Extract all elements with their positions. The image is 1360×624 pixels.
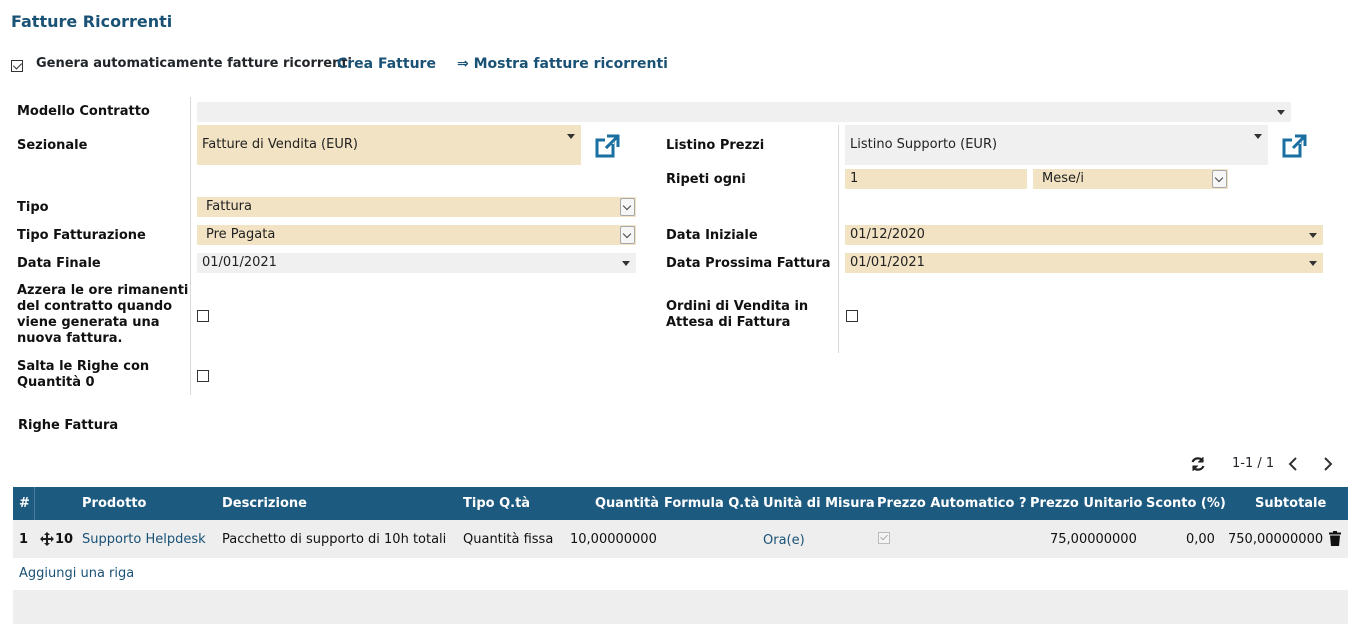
chevron-right-icon[interactable] <box>1320 455 1336 473</box>
chevron-down-icon <box>1309 233 1317 238</box>
chevron-down-icon <box>1212 170 1227 188</box>
col-descrizione[interactable]: Descrizione <box>222 496 307 511</box>
auto-generate-checkbox[interactable] <box>11 60 23 72</box>
table-header: # Prodotto Descrizione Tipo Q.tà Quantit… <box>13 487 1348 520</box>
ordini-vendita-label: Ordini di Vendita in Attesa di Fattura <box>666 299 809 330</box>
tipo-select[interactable]: Fattura <box>197 197 636 217</box>
azzera-ore-label: Azzera le ore rimanenti del contratto qu… <box>17 283 189 346</box>
col-number[interactable]: # <box>19 496 30 511</box>
listino-prezzi-label: Listino Prezzi <box>666 138 765 153</box>
col-subtotale[interactable]: Subtotale <box>1255 496 1326 511</box>
ordini-vendita-checkbox[interactable] <box>846 310 858 322</box>
chevron-left-icon[interactable] <box>1285 455 1301 473</box>
chevron-down-icon <box>620 198 635 216</box>
salta-righe-checkbox[interactable] <box>197 370 209 382</box>
chevron-down-icon <box>1277 110 1285 115</box>
ripeti-unit-select[interactable]: Mese/i <box>1033 169 1228 189</box>
row-prezzo-auto-checkbox <box>878 532 890 544</box>
col-prodotto[interactable]: Prodotto <box>82 496 146 511</box>
col-quantita[interactable]: Quantità <box>595 496 659 511</box>
tipo-label: Tipo <box>17 200 49 215</box>
left-column-separator <box>190 97 191 395</box>
pager-value: 1-1 / 1 <box>1232 456 1275 471</box>
col-prezzo-automatico[interactable]: Prezzo Automatico ? <box>877 496 1027 511</box>
chevron-down-icon <box>567 134 575 139</box>
row-tipo-qta: Quantità fissa <box>463 532 554 547</box>
data-iniziale-input[interactable]: 01/12/2020 <box>845 225 1323 245</box>
salta-righe-label: Salta le Righe con Quantità 0 <box>17 359 150 390</box>
col-sconto[interactable]: Sconto (%) <box>1146 496 1226 511</box>
col-formula-qta[interactable]: Formula Q.tà <box>664 496 759 511</box>
data-finale-input[interactable]: 01/01/2021 <box>197 253 636 273</box>
auto-generate-label: Genera automaticamente fatture ricorrent… <box>36 56 353 71</box>
ripeti-ogni-input[interactable]: 1 <box>845 169 1027 189</box>
data-prossima-fattura-input[interactable]: 01/01/2021 <box>845 253 1323 273</box>
row-uom[interactable]: Ora(e) <box>763 533 805 548</box>
chevron-down-icon <box>620 226 635 244</box>
ripeti-ogni-label: Ripeti ogni <box>666 172 746 187</box>
row-descrizione: Pacchetto di supporto di 10h totali <box>222 532 447 547</box>
row-sequence: 10 <box>55 532 74 547</box>
col-prezzo-unitario[interactable]: Prezzo Unitario <box>1030 496 1142 511</box>
row-quantita: 10,00000000 <box>570 532 657 547</box>
row-prezzo-unitario: 75,00000000 <box>1050 532 1137 547</box>
azzera-ore-checkbox[interactable] <box>197 310 209 322</box>
chevron-down-icon <box>1254 134 1262 139</box>
create-invoices-link[interactable]: Crea Fatture <box>337 56 436 72</box>
chevron-down-icon <box>622 261 630 266</box>
col-unita-misura[interactable]: Unità di Misura <box>763 496 875 511</box>
refresh-icon[interactable] <box>1189 455 1207 473</box>
modello-contratto-label: Modello Contratto <box>17 104 150 119</box>
sezionale-select[interactable]: Fatture di Vendita (EUR) <box>197 125 581 165</box>
data-prossima-fattura-label: Data Prossima Fattura <box>666 256 831 271</box>
data-iniziale-label: Data Iniziale <box>666 228 758 243</box>
listino-prezzi-select[interactable]: Listino Supporto (EUR) <box>845 125 1268 165</box>
col-tipo-qta[interactable]: Tipo Q.tà <box>463 496 530 511</box>
table-footer <box>13 590 1348 624</box>
row-sconto: 0,00 <box>1186 532 1215 547</box>
row-subtotale: 750,00000000 <box>1228 532 1324 547</box>
row-prodotto[interactable]: Supporto Helpdesk <box>82 532 206 547</box>
page-title: Fatture Ricorrenti <box>11 12 173 31</box>
right-column-separator <box>838 125 839 353</box>
modello-contratto-select[interactable] <box>197 102 1291 122</box>
righe-fattura-title: Righe Fattura <box>18 418 119 433</box>
external-link-icon[interactable] <box>595 133 621 159</box>
drag-handle-icon[interactable] <box>40 532 54 546</box>
chevron-down-icon <box>1309 261 1317 266</box>
add-line-link[interactable]: Aggiungi una riga <box>19 566 134 581</box>
trash-icon[interactable] <box>1329 531 1341 546</box>
data-finale-label: Data Finale <box>17 256 101 271</box>
row-number: 1 <box>19 532 29 547</box>
external-link-icon[interactable] <box>1282 133 1308 159</box>
add-line-row: Aggiungi una riga <box>13 558 1348 590</box>
show-recurring-invoices-link[interactable]: ⇒ Mostra fatture ricorrenti <box>457 56 668 72</box>
table-row[interactable]: 1 10 Supporto Helpdesk Pacchetto di supp… <box>13 520 1348 558</box>
tipo-fatturazione-label: Tipo Fatturazione <box>17 228 146 243</box>
sezionale-label: Sezionale <box>17 138 88 153</box>
tipo-fatturazione-select[interactable]: Pre Pagata <box>197 225 636 245</box>
